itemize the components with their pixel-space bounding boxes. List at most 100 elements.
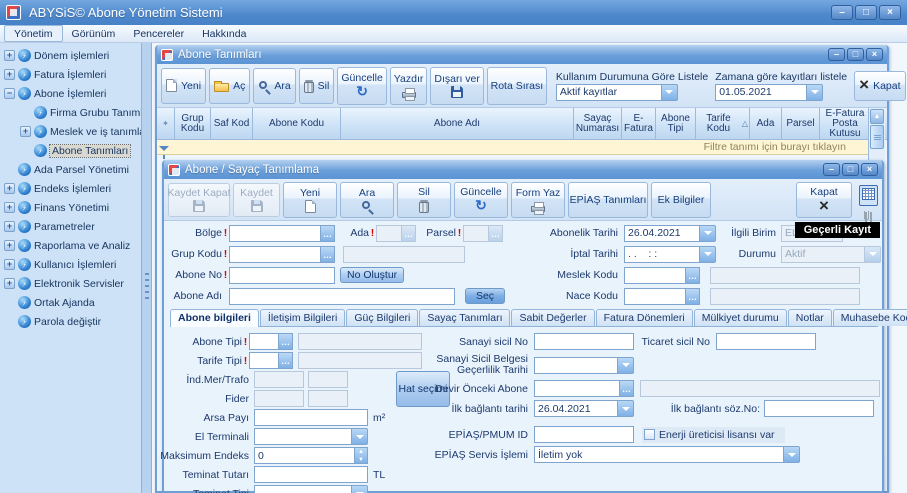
meslek-kodu-input[interactable] xyxy=(624,266,700,284)
column-header-e-fatura-posta[interactable]: E-Fatura Posta Kutusu xyxy=(820,108,870,139)
tab-guc-bilgileri[interactable]: Güç Bilgileri xyxy=(346,309,419,326)
sidebar-item-endeks-islemleri[interactable]: + Endeks İşlemleri xyxy=(0,179,141,198)
grid-view-icon[interactable] xyxy=(858,185,878,206)
expand-icon[interactable]: + xyxy=(4,278,15,289)
ek-bilgiler-button[interactable]: Ek Bilgiler xyxy=(651,181,711,218)
column-header-abone-adi[interactable]: Abone Adı xyxy=(341,108,574,139)
column-header-sayac-numarasi[interactable]: Sayaç Numarası xyxy=(574,108,622,139)
devir-onceki-abone-input[interactable] xyxy=(534,380,634,397)
yazdir-button[interactable]: Yazdır xyxy=(389,66,428,105)
chevron-down-icon[interactable] xyxy=(784,446,800,463)
expand-icon[interactable]: + xyxy=(4,240,15,251)
grid-filter-row[interactable]: Filtre tanımı için burayı tıklayın xyxy=(157,140,870,159)
ellipsis-icon[interactable] xyxy=(402,224,416,242)
iptal-tarihi-select[interactable]: . . : : xyxy=(624,245,716,263)
column-header-e-fatura[interactable]: E-Fatura xyxy=(622,108,656,139)
spinner-icon[interactable]: ▲ ▼ xyxy=(355,447,368,464)
chevron-down-icon[interactable] xyxy=(700,224,716,242)
minimize-icon[interactable] xyxy=(828,48,845,61)
ellipsis-icon[interactable] xyxy=(279,333,293,350)
ellipsis-icon[interactable] xyxy=(686,266,700,284)
sidebar-item-finans-yonetimi[interactable]: + Finans Yönetimi xyxy=(0,198,141,217)
arsa-payi-input[interactable] xyxy=(254,409,368,426)
ilk-baglanti-soz-no-input[interactable] xyxy=(764,400,874,417)
ellipsis-icon[interactable] xyxy=(279,352,293,369)
sidebar-item-elektronik-servisler[interactable]: + Elektronik Servisler xyxy=(0,274,141,293)
maximize-icon[interactable] xyxy=(855,5,877,20)
sidebar-item-meslek-is[interactable]: +Meslek ve iş tanımları xyxy=(0,122,141,141)
ellipsis-icon[interactable] xyxy=(686,287,700,305)
teminat-tutari-input[interactable] xyxy=(254,466,368,483)
sil-button[interactable]: Sil xyxy=(397,181,451,218)
splitter[interactable] xyxy=(141,43,152,493)
window1-titlebar[interactable]: Abone Tanımları xyxy=(157,45,887,64)
tab-notlar[interactable]: Notlar xyxy=(787,309,832,326)
close-icon[interactable] xyxy=(866,48,883,61)
menu-yonetim[interactable]: Yönetim xyxy=(4,25,63,42)
ticaret-sicil-input[interactable] xyxy=(716,333,816,350)
chevron-down-icon[interactable] xyxy=(352,485,368,493)
column-header-saf-kod[interactable]: Saf Kod xyxy=(211,108,253,139)
maksimum-endeks-stepper[interactable]: 0 ▲ ▼ xyxy=(254,447,368,464)
guncelle-button[interactable]: Güncelle xyxy=(337,66,387,105)
abone-no-input[interactable] xyxy=(229,266,335,284)
yeni-button[interactable]: Yeni xyxy=(161,67,207,104)
row-indicator-column[interactable]: ✦ xyxy=(157,108,175,139)
scroll-up-icon[interactable]: ▲ xyxy=(870,109,884,124)
time-filter-select[interactable]: 01.05.2021 xyxy=(715,83,847,101)
chevron-down-icon[interactable] xyxy=(352,428,368,445)
tab-sayac-tanimlari[interactable]: Sayaç Tanımları xyxy=(419,309,511,326)
sanayi-sicil-input[interactable] xyxy=(534,333,634,350)
tab-sabit-degerler[interactable]: Sabit Değerler xyxy=(511,309,595,326)
abone-tipi-input[interactable] xyxy=(249,333,293,350)
close-icon[interactable] xyxy=(879,5,901,20)
sidebar-item-ada-parsel[interactable]: Ada Parsel Yönetimi xyxy=(0,160,141,179)
sidebar-item-raporlama[interactable]: + Raporlama ve Analiz xyxy=(0,236,141,255)
close-icon[interactable] xyxy=(861,163,878,176)
expand-icon[interactable]: + xyxy=(4,221,15,232)
sidebar-item-abone-islemleri[interactable]: − Abone İşlemleri xyxy=(0,84,141,103)
sidebar-item-ortak-ajanda[interactable]: Ortak Ajanda xyxy=(0,293,141,312)
menu-gorunum[interactable]: Görünüm xyxy=(63,25,125,42)
epias-tanimlari-button[interactable]: EPİAŞ Tanımları xyxy=(568,181,648,218)
kapat-button[interactable]: Kapat xyxy=(796,181,852,218)
column-header-ada[interactable]: Ada xyxy=(750,108,782,139)
ara-button[interactable]: Ara xyxy=(253,67,296,104)
kaydet-kapat-button[interactable]: Kaydet Kapat xyxy=(167,182,231,217)
sec-button[interactable]: Seç xyxy=(465,288,505,304)
enerji-lisans-checkbox[interactable] xyxy=(644,429,655,440)
sidebar-item-firma-grubu[interactable]: Firma Grubu Tanımları xyxy=(0,103,141,122)
ilk-baglanti-tarihi-select[interactable]: 26.04.2021 xyxy=(534,400,634,417)
tab-muhasebe-kodlari[interactable]: Muhasebe Kodları xyxy=(832,309,907,326)
expand-icon[interactable]: + xyxy=(4,183,15,194)
chevron-down-icon[interactable] xyxy=(700,245,716,263)
guncelle-button[interactable]: Güncelle xyxy=(454,181,508,218)
column-header-tarife-kodu[interactable]: Tarife Kodu △ xyxy=(696,108,750,139)
chevron-down-icon[interactable] xyxy=(618,400,634,417)
sanayi-belgesi-tarihi-select[interactable] xyxy=(534,356,634,374)
tab-mulkiyet-durumu[interactable]: Mülkiyet durumu xyxy=(693,309,787,326)
collapse-icon[interactable]: − xyxy=(4,88,15,99)
ara-button[interactable]: Ara xyxy=(340,181,394,218)
bolge-input[interactable] xyxy=(229,224,335,242)
ellipsis-icon[interactable] xyxy=(620,380,634,397)
minimize-icon[interactable] xyxy=(831,5,853,20)
sidebar-item-abone-tanimlari[interactable]: Abone Tanımları xyxy=(0,141,141,160)
expand-icon[interactable]: + xyxy=(4,202,15,213)
chevron-down-icon[interactable] xyxy=(807,83,824,101)
epias-pmum-id-input[interactable] xyxy=(534,426,634,443)
chevron-down-icon[interactable] xyxy=(618,356,634,374)
teminat-tipi-select[interactable] xyxy=(254,485,368,493)
column-header-parsel[interactable]: Parsel xyxy=(782,108,820,139)
menu-pencereler[interactable]: Pencereler xyxy=(124,25,193,42)
kapat-button[interactable]: Kapat xyxy=(854,70,906,101)
expand-icon[interactable]: + xyxy=(4,50,15,61)
kaydet-button[interactable]: Kaydet xyxy=(233,182,280,217)
form-yaz-button[interactable]: Form Yaz xyxy=(511,181,565,218)
ellipsis-icon[interactable] xyxy=(321,224,335,242)
abonelik-tarihi-select[interactable]: 26.04.2021 xyxy=(624,224,716,242)
menu-hakkinda[interactable]: Hakkında xyxy=(193,25,255,42)
rota-sirasi-button[interactable]: Rota Sırası xyxy=(486,66,547,105)
ellipsis-icon[interactable] xyxy=(489,224,503,242)
tab-fatura-donemleri[interactable]: Fatura Dönemleri xyxy=(595,309,693,326)
